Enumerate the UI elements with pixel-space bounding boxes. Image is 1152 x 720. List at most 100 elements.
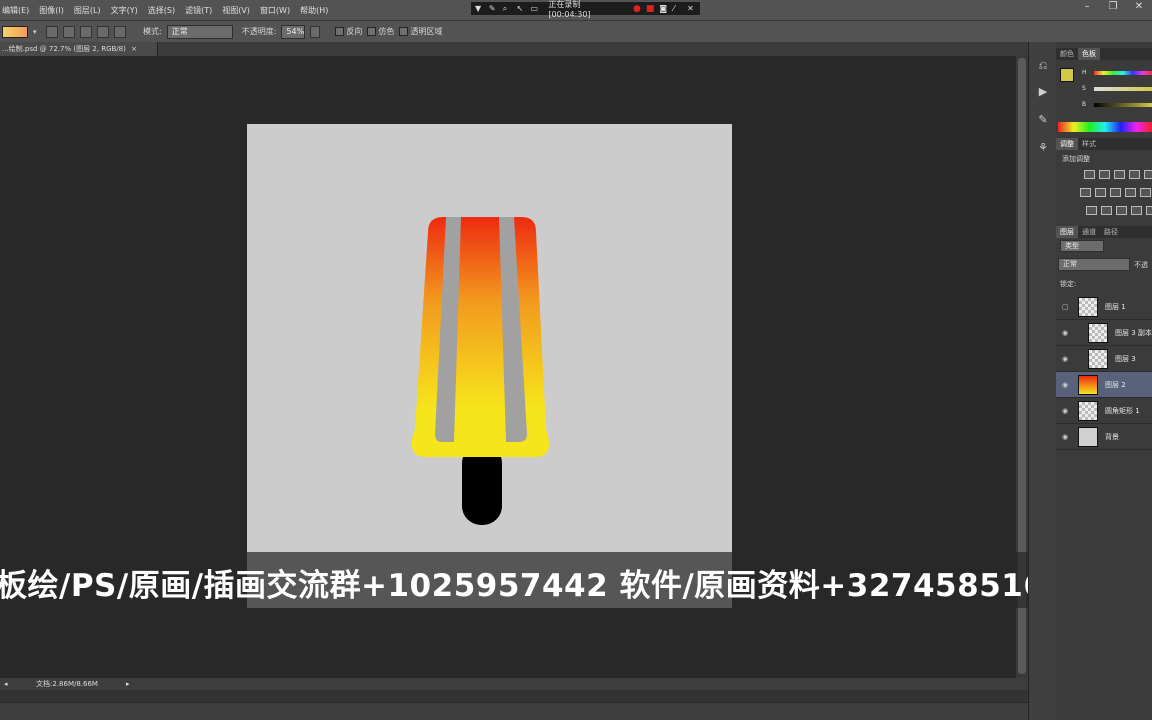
tab-close-icon[interactable]: ×	[131, 45, 137, 53]
transparency-checkbox[interactable]: 透明区域	[399, 26, 442, 37]
color-balance-icon[interactable]	[1095, 188, 1106, 197]
brightness-slider[interactable]	[1094, 103, 1152, 107]
opacity-label: 不透明度:	[241, 27, 277, 36]
brightness-icon[interactable]	[1084, 170, 1095, 179]
layer-filter-dropdown[interactable]: 类型	[1060, 240, 1104, 252]
options-bar: ▾ 模式: 正常 不透明度: 54% 反向 仿色 透明区域	[0, 20, 1152, 42]
transparency-label: 透明区域	[410, 27, 443, 36]
reverse-checkbox[interactable]: 反向	[335, 26, 362, 37]
stop-icon[interactable]: ■	[646, 4, 655, 14]
history-icon[interactable]: ⎌	[1037, 60, 1049, 72]
layer-row[interactable]: ◉ 背景	[1056, 424, 1152, 450]
horizontal-scrollbar[interactable]	[0, 690, 1028, 702]
document-tab-bar: ...绘制.psd @ 72.7% (图层 2, RGB/8) ×	[0, 42, 1030, 56]
opacity-field[interactable]: 54%	[281, 24, 306, 39]
blend-mode-dropdown[interactable]: 正常	[1058, 258, 1130, 271]
menu-layer[interactable]: 图层(L)	[74, 5, 101, 16]
gradient-swatch[interactable]	[2, 25, 28, 38]
menu-view[interactable]: 视图(V)	[222, 5, 250, 16]
eye-icon[interactable]: ◉	[1062, 433, 1068, 441]
brush-presets-icon[interactable]: ✎	[1037, 114, 1049, 126]
channel-mixer-icon[interactable]	[1140, 188, 1151, 197]
close-icon[interactable]: ✕	[687, 4, 696, 13]
channel-b-label: B	[1082, 101, 1087, 108]
eye-icon[interactable]: ◉	[1062, 407, 1068, 415]
posterize-icon[interactable]	[1101, 206, 1112, 215]
levels-icon[interactable]	[1099, 170, 1110, 179]
status-menu-icon[interactable]: ▸	[126, 678, 130, 690]
saturation-slider[interactable]	[1094, 87, 1152, 91]
actions-icon[interactable]: ▶	[1037, 86, 1049, 98]
document-tab[interactable]: ...绘制.psd @ 72.7% (图层 2, RGB/8) ×	[0, 42, 158, 56]
menu-edit[interactable]: 编辑(E)	[2, 5, 29, 16]
tab-paths[interactable]: 路径	[1100, 226, 1122, 238]
radial-gradient-icon[interactable]	[63, 25, 75, 38]
layer-name: 背景	[1105, 433, 1119, 441]
record-icon[interactable]: ●	[633, 4, 641, 14]
tab-layers[interactable]: 图层	[1056, 226, 1078, 238]
visibility-off-icon[interactable]: ▢	[1062, 303, 1069, 311]
layer-row-selected[interactable]: ◉ 图层 2	[1056, 372, 1152, 398]
tab-styles[interactable]: 样式	[1078, 138, 1100, 150]
menu-help[interactable]: 帮助(H)	[300, 5, 328, 16]
hue-sat-icon[interactable]	[1080, 188, 1091, 197]
tab-adjustments[interactable]: 调整	[1056, 138, 1078, 150]
dither-label: 仿色	[378, 27, 395, 36]
dither-checkbox[interactable]: 仿色	[367, 26, 394, 37]
menu-select[interactable]: 选择(S)	[148, 5, 175, 16]
layer-thumbnail	[1078, 297, 1098, 317]
menu-image[interactable]: 图像(I)	[39, 5, 64, 16]
vibrance-icon[interactable]	[1144, 170, 1152, 179]
mode-label: 模式:	[143, 27, 162, 36]
mode-dropdown[interactable]: 正常	[166, 24, 233, 39]
eye-icon[interactable]: ◉	[1062, 355, 1068, 363]
linear-gradient-icon[interactable]	[46, 25, 58, 38]
tab-swatches[interactable]: 色板	[1078, 48, 1100, 60]
foreground-color-swatch[interactable]	[1060, 68, 1074, 82]
layer-row[interactable]: ◉ 图层 3	[1056, 346, 1152, 372]
eye-icon[interactable]: ◉	[1062, 329, 1068, 337]
right-panels: 颜色 色板 H S B 调整 样式 添加调整 图层 通道 路径 类型 正常 不透…	[1056, 42, 1152, 720]
camera-icon[interactable]: ◙	[659, 4, 668, 13]
diamond-gradient-icon[interactable]	[114, 25, 126, 38]
tab-color[interactable]: 颜色	[1056, 48, 1078, 60]
cursor-icon[interactable]: ↖	[517, 4, 526, 13]
menu-window[interactable]: 窗口(W)	[260, 5, 290, 16]
selective-color-icon[interactable]	[1146, 206, 1152, 215]
adjustments-panel-tabs: 调整 样式	[1056, 138, 1152, 150]
recording-status: 正在录制 [00:04:30]	[548, 0, 591, 19]
exposure-icon[interactable]	[1129, 170, 1140, 179]
screen-icon[interactable]: ▭	[531, 4, 540, 13]
clone-source-icon[interactable]: ⚘	[1037, 142, 1049, 154]
draw-icon[interactable]: ⁄	[673, 4, 682, 13]
eye-icon[interactable]: ◉	[1062, 381, 1068, 389]
curves-icon[interactable]	[1114, 170, 1125, 179]
pen-icon[interactable]: ✎	[489, 4, 498, 13]
status-arrow-icon[interactable]: ◂	[4, 678, 8, 690]
menu-type[interactable]: 文字(Y)	[111, 5, 138, 16]
layer-row[interactable]: ◉ 圆角矩形 1	[1056, 398, 1152, 424]
recorder-toolbar: ▼ ✎ ⌕ ↖ ▭ 正在录制 [00:04:30] ● ■ ◙ ⁄ ✕	[470, 0, 701, 19]
gradient-map-icon[interactable]	[1131, 206, 1142, 215]
reflected-gradient-icon[interactable]	[97, 25, 109, 38]
dropdown-arrow-icon[interactable]: ▼	[475, 4, 484, 13]
zoom-icon[interactable]: ⌕	[503, 4, 512, 13]
minimize-icon[interactable]: –	[1074, 0, 1100, 16]
invert-icon[interactable]	[1086, 206, 1097, 215]
photo-filter-icon[interactable]	[1125, 188, 1136, 197]
menu-filter[interactable]: 滤镜(T)	[185, 5, 212, 16]
threshold-icon[interactable]	[1116, 206, 1127, 215]
color-ramp[interactable]	[1058, 122, 1152, 132]
document-canvas[interactable]	[247, 124, 732, 608]
layers-panel-tabs: 图层 通道 路径	[1056, 226, 1152, 238]
layer-row[interactable]: ◉ 图层 3 副本	[1056, 320, 1152, 346]
opacity-dropdown-icon[interactable]	[310, 25, 321, 38]
layer-row[interactable]: ▢ 图层 1	[1056, 294, 1152, 320]
restore-icon[interactable]: ❐	[1100, 0, 1126, 16]
hue-slider[interactable]	[1094, 71, 1152, 75]
window-close-icon[interactable]: ✕	[1126, 0, 1152, 16]
gradient-dropdown-icon[interactable]: ▾	[33, 28, 41, 36]
tab-channels[interactable]: 通道	[1078, 226, 1100, 238]
black-white-icon[interactable]	[1110, 188, 1121, 197]
angle-gradient-icon[interactable]	[80, 25, 92, 38]
